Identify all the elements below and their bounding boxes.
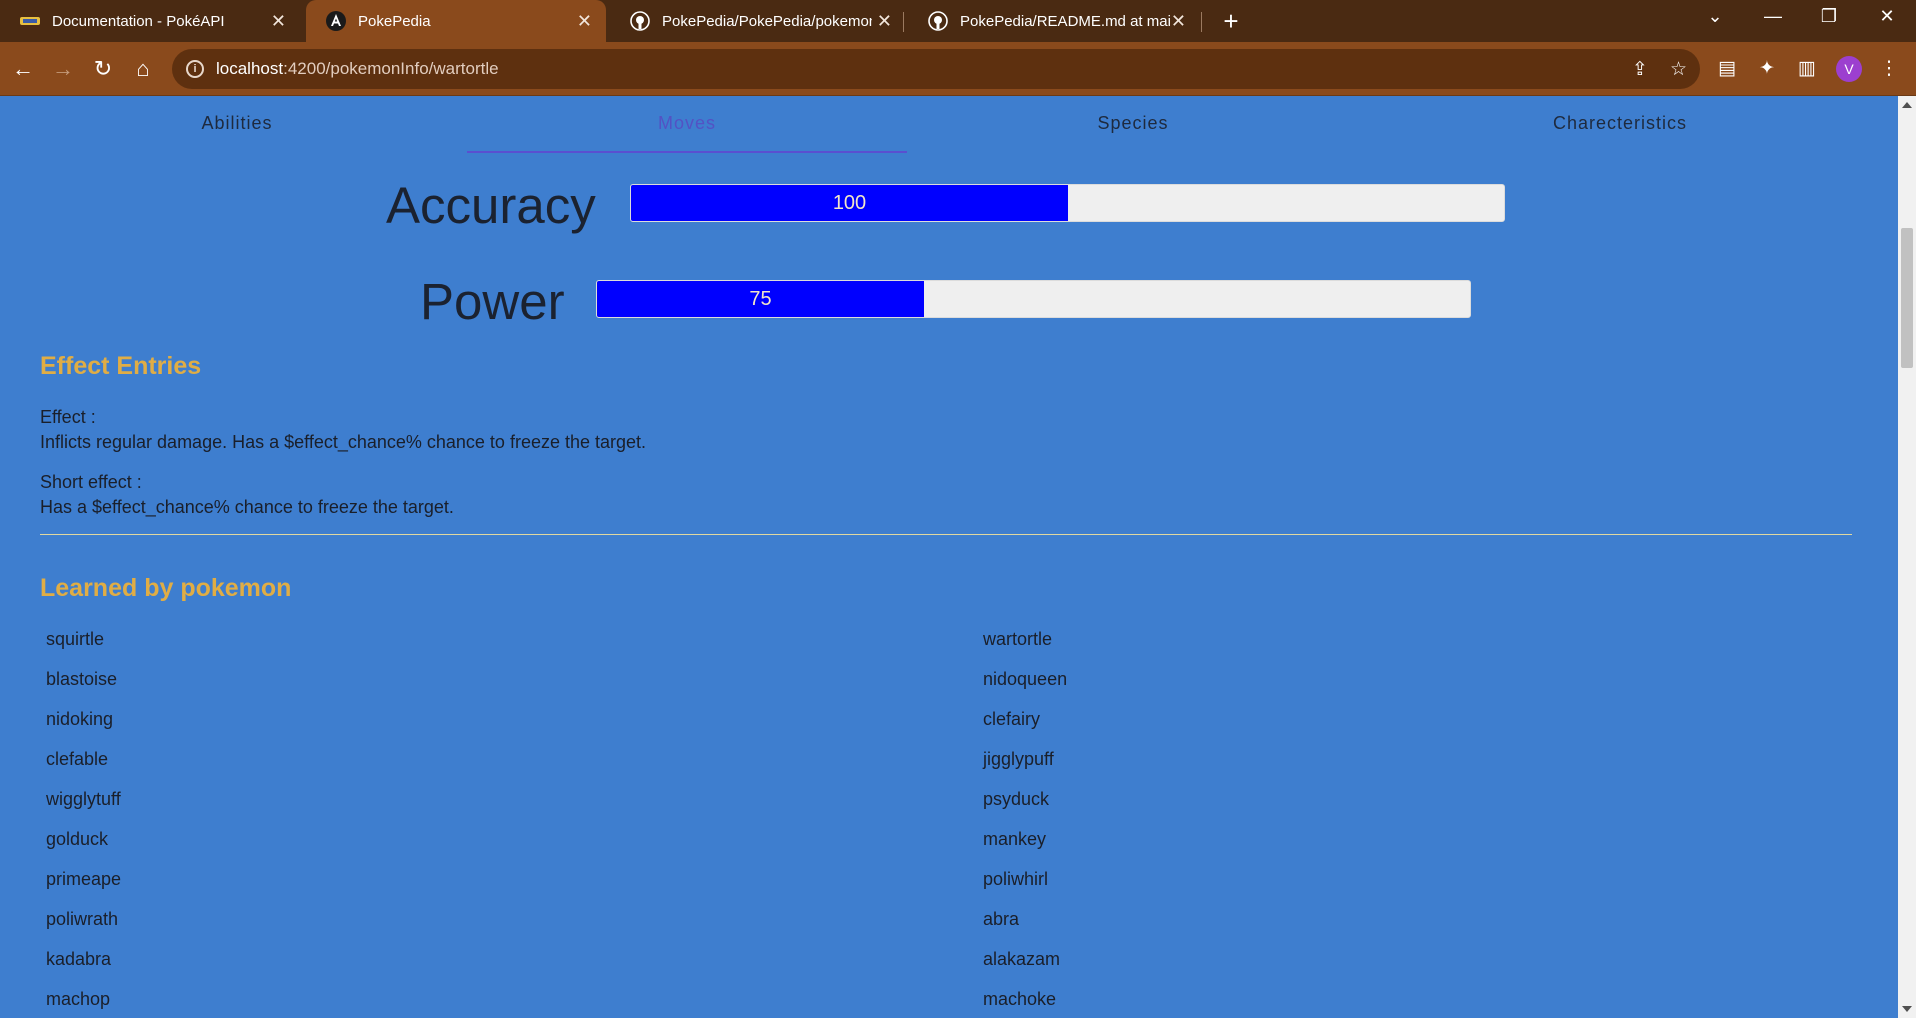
- menu-kebab-icon[interactable]: ⋮: [1876, 57, 1902, 80]
- pokemon-list-item[interactable]: golduck: [46, 829, 108, 850]
- power-bar: 75: [596, 280, 1471, 318]
- pokeapi-logo-icon: [20, 11, 40, 31]
- github-icon: [630, 11, 650, 31]
- accuracy-bar: 100: [630, 184, 1505, 222]
- share-icon[interactable]: ⇪: [1632, 58, 1648, 81]
- tab-species[interactable]: Species: [907, 96, 1359, 154]
- short-effect-text: Has a $effect_chance% chance to freeze t…: [40, 497, 454, 517]
- media-icon[interactable]: ▤: [1714, 57, 1740, 80]
- scroll-down-arrow-icon[interactable]: [1902, 1006, 1912, 1012]
- selected-tab-indicator: [467, 151, 907, 153]
- effect-text: Inflicts regular damage. Has a $effect_c…: [40, 432, 647, 452]
- extensions-puzzle-icon[interactable]: ✦: [1754, 57, 1780, 80]
- pokemon-list-item[interactable]: nidoking: [46, 709, 113, 730]
- power-label: Power: [420, 273, 565, 330]
- browser-tab-github-readme[interactable]: PokePedia/README.md at main ✕: [908, 0, 1200, 42]
- tab-abilities[interactable]: Abilities: [0, 96, 474, 154]
- accuracy-label: Accuracy: [386, 177, 596, 234]
- address-bar[interactable]: i localhost:4200/pokemonInfo/wartortle ⇪…: [172, 49, 1700, 89]
- tab-title: PokePedia/README.md at main: [960, 12, 1170, 30]
- back-arrow-icon[interactable]: ←: [8, 54, 38, 84]
- pokemon-list-item[interactable]: alakazam: [983, 949, 1060, 970]
- browser-tab-pokeapi[interactable]: Documentation - PokéAPI ✕: [0, 0, 300, 42]
- power-value: 75: [749, 288, 772, 310]
- browser-toolbar: ← → ↻ ⌂ i localhost:4200/pokemonInfo/war…: [0, 42, 1916, 96]
- pokemon-list-item[interactable]: wartortle: [983, 629, 1052, 650]
- pokemon-list-item[interactable]: wigglytuff: [46, 789, 121, 810]
- home-icon[interactable]: ⌂: [128, 54, 158, 84]
- close-icon[interactable]: ✕: [271, 11, 286, 32]
- tab-title: PokePedia/PokePedia/pokemon-: [662, 12, 872, 30]
- url-text: localhost:4200/pokemonInfo/wartortle: [216, 59, 499, 78]
- pokemon-list-item[interactable]: jigglypuff: [983, 749, 1054, 770]
- browser-tab-github-pokemon[interactable]: PokePedia/PokePedia/pokemon- ✕: [610, 0, 906, 42]
- new-tab-button[interactable]: +: [1216, 6, 1246, 37]
- site-info-icon[interactable]: i: [186, 60, 204, 78]
- bookmark-star-icon[interactable]: ☆: [1670, 58, 1687, 81]
- short-effect-label: Short effect :: [40, 472, 142, 492]
- scroll-up-arrow-icon[interactable]: [1902, 102, 1912, 108]
- tab-charecteristics[interactable]: Charecteristics: [1359, 96, 1881, 154]
- pokemon-list-item[interactable]: clefable: [46, 749, 108, 770]
- effect-entries-heading: Effect Entries: [40, 352, 202, 380]
- close-window-icon[interactable]: ✕: [1872, 6, 1902, 27]
- close-icon[interactable]: ✕: [1171, 11, 1186, 32]
- pokemon-list-item[interactable]: primeape: [46, 869, 121, 890]
- section-divider: [40, 534, 1852, 535]
- pokemon-list-item[interactable]: poliwhirl: [983, 869, 1048, 890]
- browser-titlebar: Documentation - PokéAPI ✕ PokePedia ✕ Po…: [0, 0, 1916, 42]
- angular-logo-icon: [326, 11, 346, 31]
- tab-separator: [1201, 12, 1202, 32]
- scrollbar-thumb[interactable]: [1901, 228, 1913, 368]
- tab-search-icon[interactable]: ⌄: [1700, 6, 1730, 27]
- browser-tab-pokepedia[interactable]: PokePedia ✕: [306, 0, 606, 42]
- page-content: Abilities Moves Species Charecteristics …: [0, 96, 1898, 1018]
- pokemon-list-item[interactable]: machoke: [983, 989, 1056, 1010]
- forward-arrow-icon[interactable]: →: [48, 54, 78, 84]
- accuracy-value: 100: [832, 192, 867, 214]
- pokemon-list-item[interactable]: clefairy: [983, 709, 1040, 730]
- pokemon-list-item[interactable]: nidoqueen: [983, 669, 1067, 690]
- side-panel-icon[interactable]: ▥: [1794, 57, 1820, 80]
- pokemon-list-item[interactable]: psyduck: [983, 789, 1049, 810]
- pokemon-list-item[interactable]: abra: [983, 909, 1019, 930]
- restore-icon[interactable]: ❐: [1814, 6, 1844, 27]
- close-icon[interactable]: ✕: [877, 11, 892, 32]
- reload-icon[interactable]: ↻: [88, 54, 118, 84]
- pokemon-list-item[interactable]: poliwrath: [46, 909, 118, 930]
- tab-moves[interactable]: Moves: [467, 96, 907, 154]
- pokemon-list-item[interactable]: kadabra: [46, 949, 111, 970]
- page-scrollbar[interactable]: [1898, 96, 1916, 1018]
- profile-avatar[interactable]: V: [1836, 56, 1862, 82]
- tab-title: PokePedia: [358, 12, 431, 30]
- learned-by-heading: Learned by pokemon: [40, 574, 292, 602]
- tab-separator: [903, 12, 904, 32]
- tab-title: Documentation - PokéAPI: [52, 12, 225, 30]
- pokemon-list-item[interactable]: machop: [46, 989, 110, 1010]
- effect-label: Effect :: [40, 407, 96, 427]
- close-icon[interactable]: ✕: [577, 11, 592, 32]
- github-icon: [928, 11, 948, 31]
- move-info-tabs: Abilities Moves Species Charecteristics: [0, 96, 1898, 154]
- pokemon-list-item[interactable]: blastoise: [46, 669, 117, 690]
- pokemon-list-item[interactable]: mankey: [983, 829, 1046, 850]
- pokemon-list-item[interactable]: squirtle: [46, 629, 104, 650]
- minimize-icon[interactable]: —: [1758, 6, 1788, 27]
